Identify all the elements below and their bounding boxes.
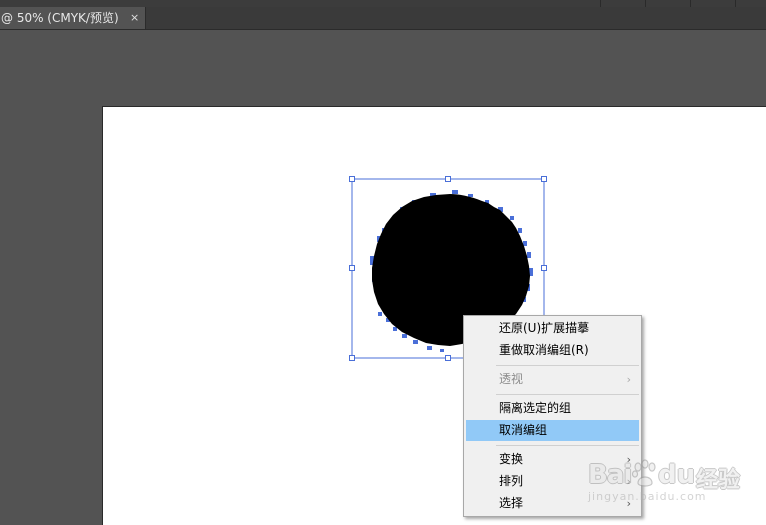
resize-handle[interactable] — [445, 176, 451, 182]
paw-icon — [631, 459, 656, 487]
resize-handle[interactable] — [349, 176, 355, 182]
resize-handle[interactable] — [349, 265, 355, 271]
menu-item-ungroup[interactable]: 取消编组 — [466, 420, 639, 441]
menu-item-perspective: 透视 › — [466, 369, 639, 390]
menu-item-redo-ungroup[interactable]: 重做取消编组(R) — [466, 340, 639, 361]
resize-handle[interactable] — [349, 355, 355, 361]
menu-item-label: 透视 — [499, 372, 524, 386]
menu-item-label: 隔离选定的组 — [499, 401, 572, 415]
chevron-right-icon: › — [626, 373, 631, 386]
watermark-brand-bai: Bai — [588, 460, 632, 490]
menu-item-label: 取消编组 — [499, 423, 548, 437]
resize-handle[interactable] — [541, 176, 547, 182]
baidu-jingyan-watermark: Bai du 经验 jingyan.baidu.com — [588, 456, 764, 508]
selected-artwork[interactable] — [0, 0, 766, 525]
menu-item-label: 还原(U)扩展描摹 — [499, 321, 590, 335]
menu-item-label: 重做取消编组(R) — [499, 343, 589, 357]
menu-item-label: 选择 — [499, 496, 524, 510]
menu-item-undo-expand-trace[interactable]: 还原(U)扩展描摹 — [466, 318, 639, 339]
resize-handle[interactable] — [445, 355, 451, 361]
menu-item-label: 变换 — [499, 452, 524, 466]
menu-separator — [496, 394, 639, 395]
menu-item-isolate-group[interactable]: 隔离选定的组 — [466, 398, 639, 419]
menu-item-label: 排列 — [499, 474, 524, 488]
resize-handle[interactable] — [541, 265, 547, 271]
menu-separator — [496, 365, 639, 366]
menu-separator — [496, 445, 639, 446]
watermark-url: jingyan.baidu.com — [588, 490, 707, 503]
watermark-brand-du: du — [658, 460, 696, 490]
